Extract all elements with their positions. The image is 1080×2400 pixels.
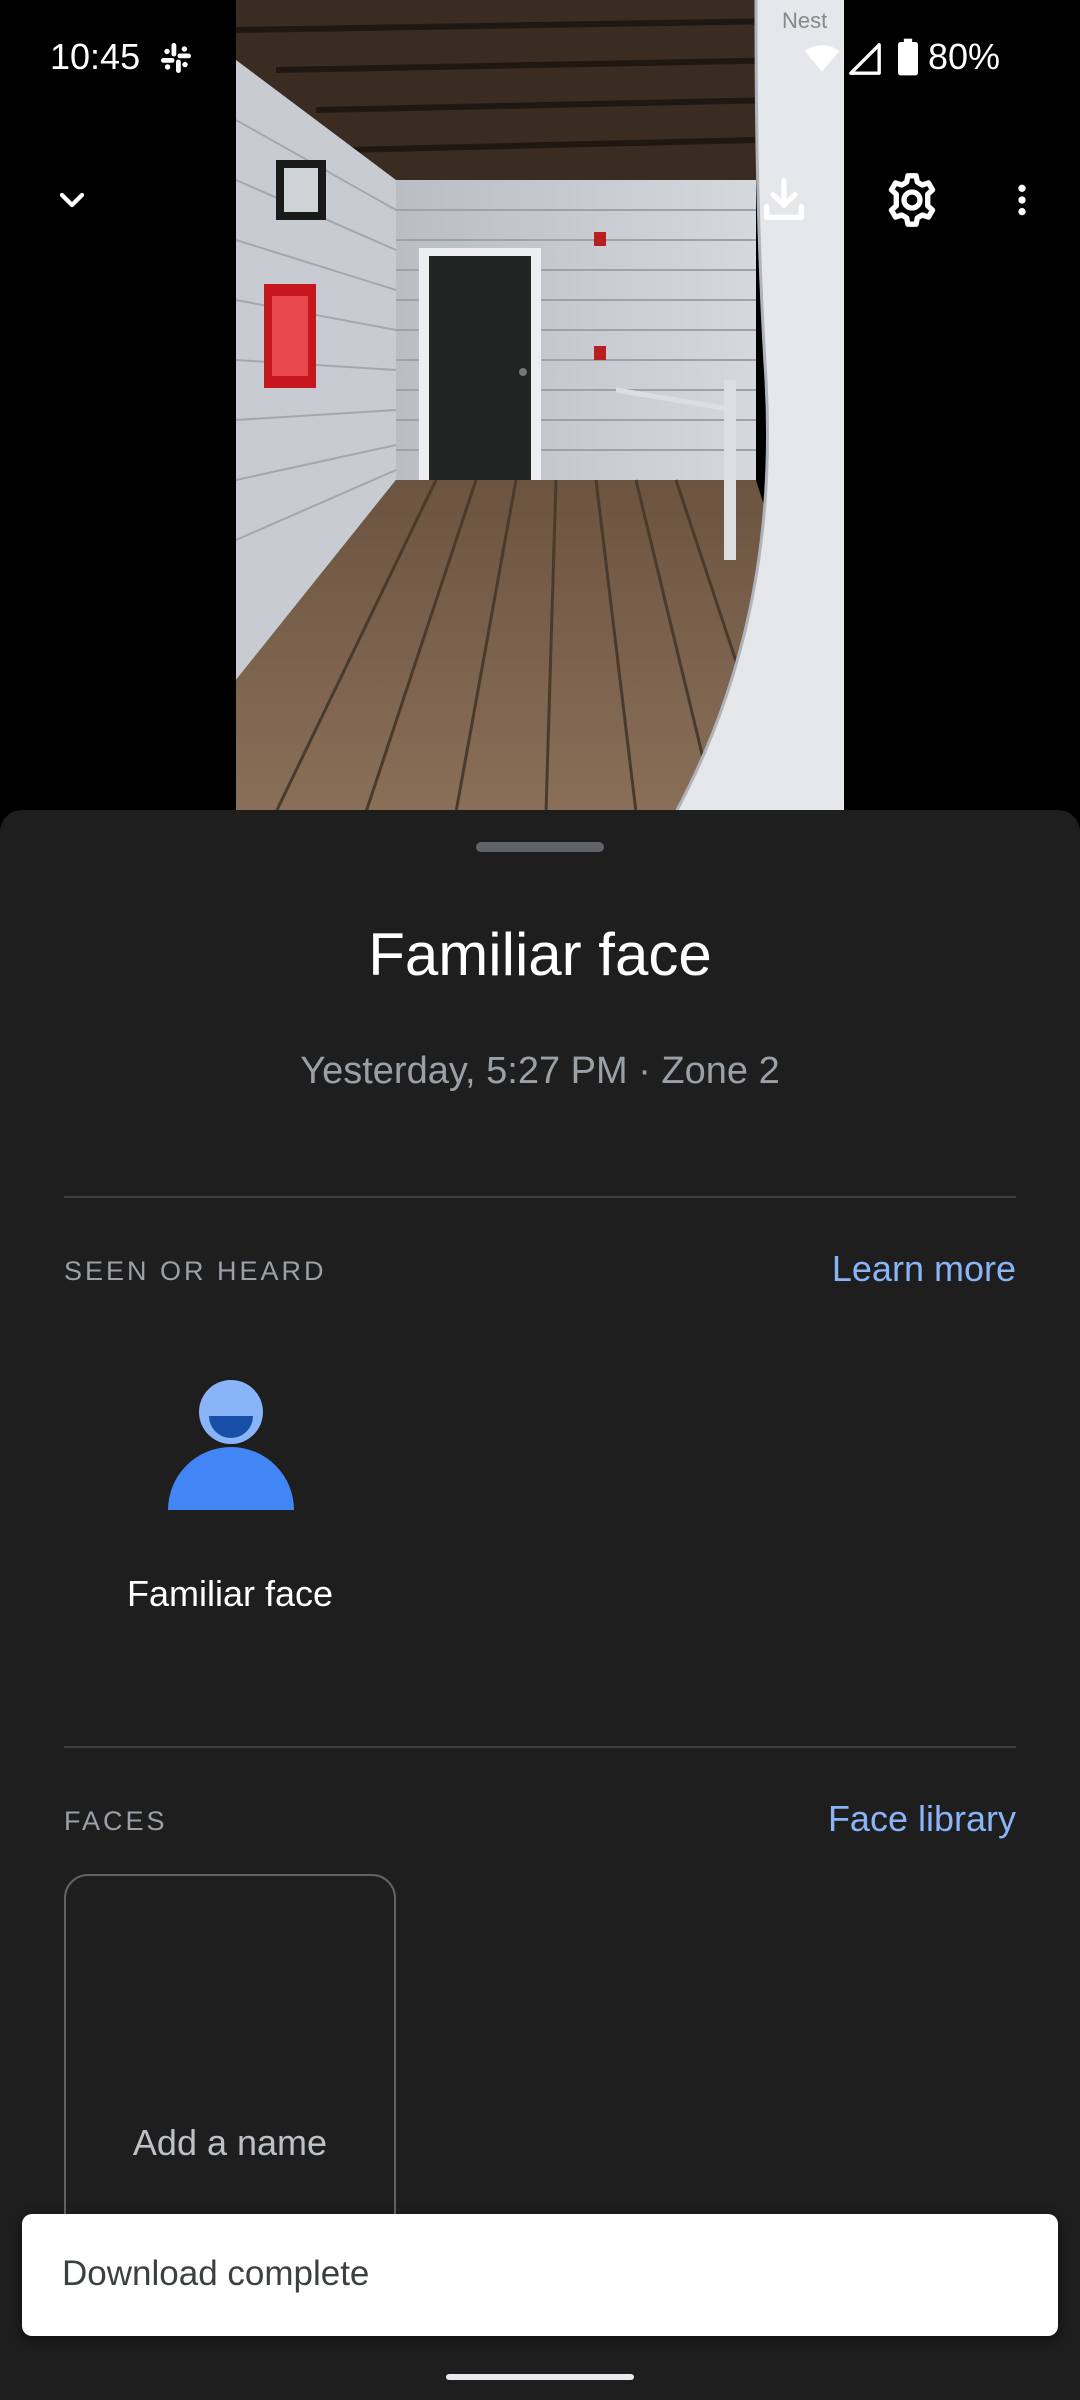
faces-section-label: FACES [64, 1806, 168, 1836]
divider [64, 1746, 1016, 1748]
event-details-sheet: Familiar face Yesterday, 5:27 PM · Zone … [0, 810, 1080, 2400]
more-options-button[interactable] [992, 170, 1052, 230]
drag-handle[interactable] [476, 842, 604, 852]
clip-toolbar [0, 150, 1080, 250]
seen-section-label: SEEN OR HEARD [64, 1256, 327, 1286]
download-complete-snackbar: Download complete [22, 2214, 1058, 2336]
learn-more-link[interactable]: Learn more [832, 1248, 1016, 1290]
event-title: Familiar face [368, 921, 712, 988]
add-name-label: Add a name [132, 2122, 328, 2163]
home-indicator[interactable] [446, 2374, 634, 2380]
chevron-down-icon [59, 192, 85, 208]
download-icon [764, 177, 804, 220]
settings-button[interactable] [882, 170, 942, 230]
more-vert-icon [1018, 184, 1026, 216]
wifi-icon [804, 45, 840, 72]
battery-percent: 80% [928, 36, 1001, 77]
divider [64, 1196, 1016, 1198]
signal-icon [849, 43, 881, 75]
slack-icon [161, 43, 191, 73]
battery-icon [898, 38, 918, 76]
face-library-link[interactable]: Face library [828, 1798, 1016, 1840]
download-button[interactable] [754, 170, 814, 230]
familiar-face-label[interactable]: Familiar face [60, 1573, 400, 1615]
collapse-button[interactable] [42, 170, 102, 230]
camera-clip-view[interactable] [236, 0, 844, 812]
familiar-face-icon [168, 1380, 294, 1510]
snackbar-text: Download complete [62, 2254, 370, 2293]
event-subtitle: Yesterday, 5:27 PM · Zone 2 [300, 1050, 780, 1092]
porch-camera-image [236, 0, 844, 812]
nest-watermark: Nest [782, 8, 828, 33]
status-time: 10:45 [50, 36, 141, 77]
status-bar: 10:45 80% [0, 0, 1080, 120]
gear-icon [888, 173, 936, 227]
